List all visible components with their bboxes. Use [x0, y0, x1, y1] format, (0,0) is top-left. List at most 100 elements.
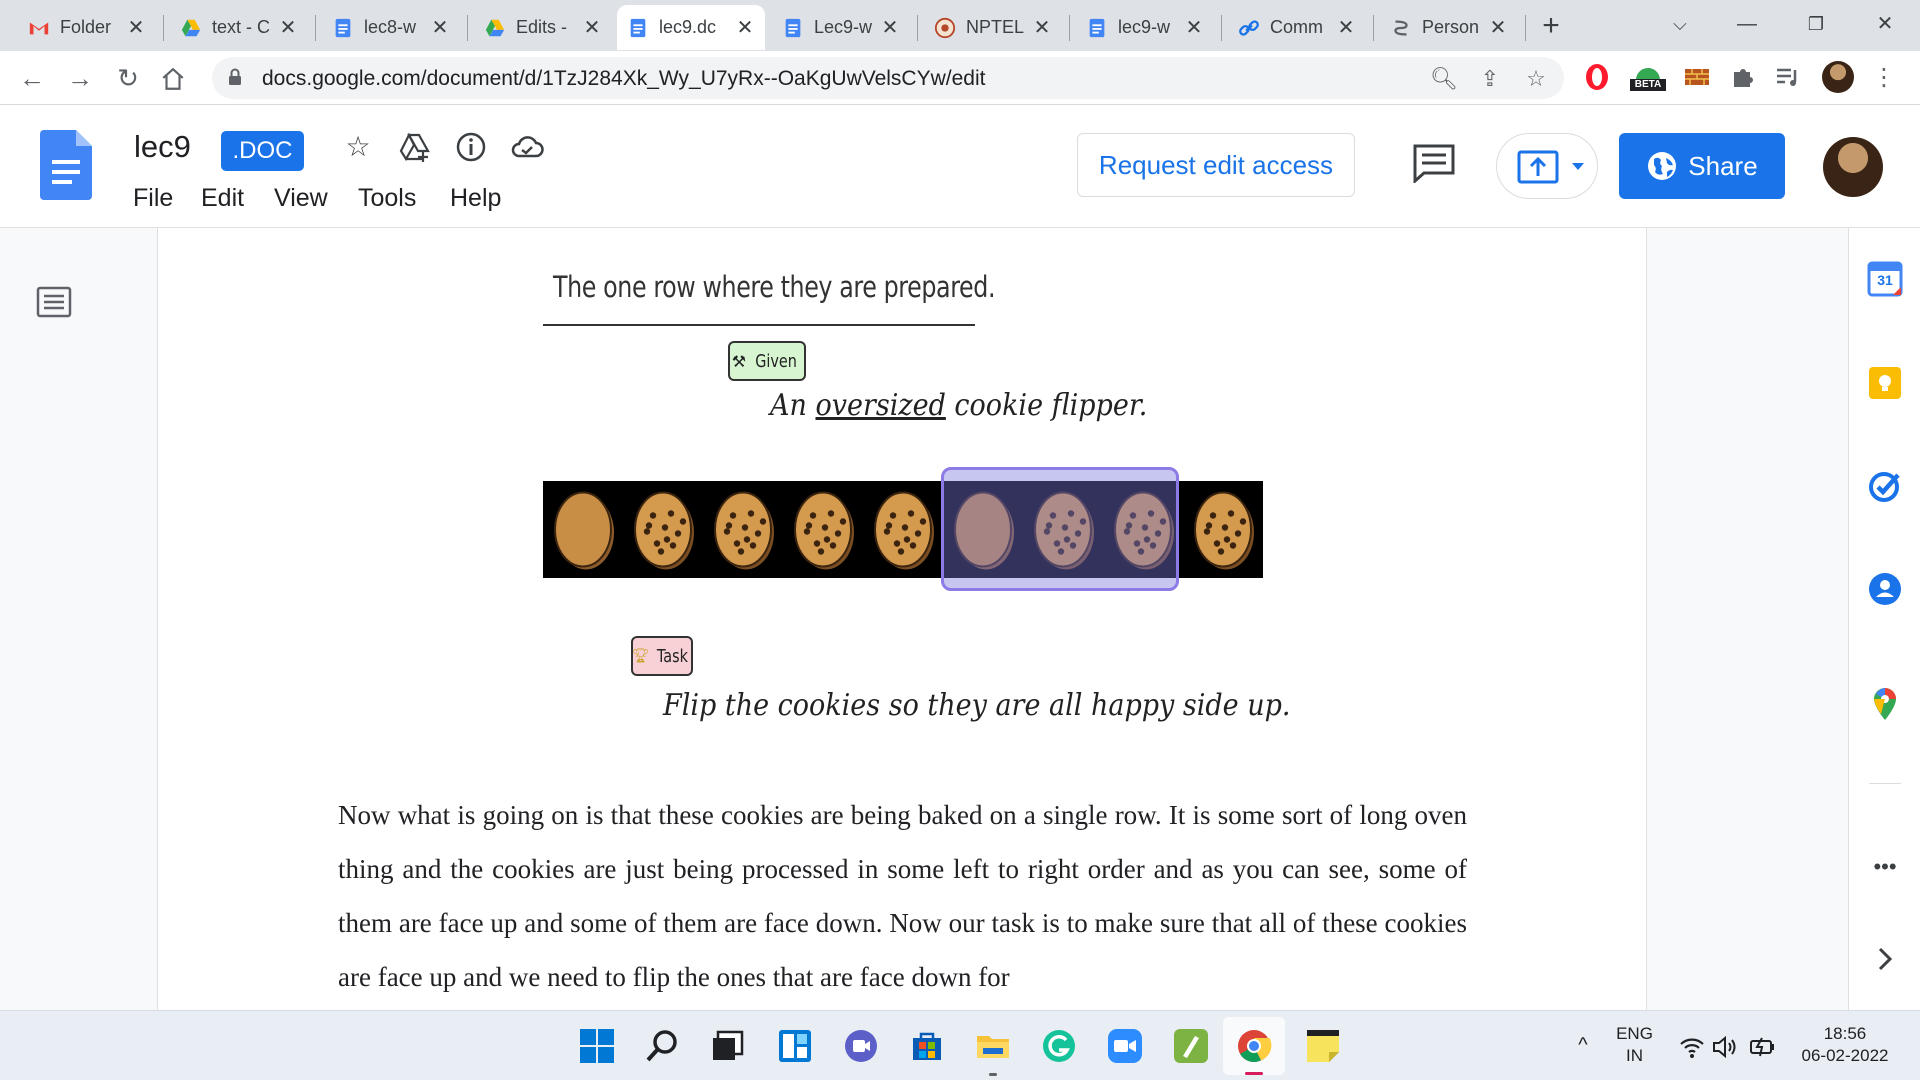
home-icon[interactable]: [160, 66, 186, 92]
document-outline-icon[interactable]: [36, 286, 72, 318]
sticky-notes-icon[interactable]: [1305, 1028, 1341, 1064]
menu-file[interactable]: File: [133, 184, 173, 213]
person-icon: [1394, 19, 1408, 36]
menu-view[interactable]: View: [274, 184, 328, 213]
grammarly-taskbar-icon[interactable]: [1041, 1028, 1077, 1064]
maps-icon[interactable]: [1867, 686, 1903, 722]
chrome-icon[interactable]: [1236, 1028, 1272, 1064]
browser-tab-1[interactable]: text - C ✕: [170, 5, 308, 50]
beta-extension-icon[interactable]: BETA: [1628, 62, 1668, 92]
new-tab-button[interactable]: +: [1535, 8, 1567, 44]
file-explorer-icon[interactable]: [975, 1028, 1011, 1064]
cookie-flipper-highlight: [941, 467, 1179, 591]
close-icon[interactable]: ✕: [880, 15, 900, 40]
profile-avatar[interactable]: [1822, 61, 1854, 93]
menu-edit[interactable]: Edit: [201, 184, 244, 213]
cloud-status-icon[interactable]: [509, 129, 545, 165]
language-indicator[interactable]: ENG IN: [1612, 1023, 1657, 1067]
document-title[interactable]: lec9: [134, 129, 191, 165]
browser-tab-0[interactable]: Folder ✕: [18, 5, 156, 50]
minimize-icon[interactable]: —: [1717, 4, 1777, 44]
wifi-icon[interactable]: [1678, 1033, 1706, 1061]
address-bar[interactable]: docs.google.com/document/d/1TzJ284Xk_Wy_…: [212, 57, 1564, 99]
close-icon[interactable]: ✕: [126, 15, 146, 40]
cookie-face-up: [714, 491, 774, 570]
drive-icon: [181, 19, 201, 36]
given-tag: ⚒ Given: [728, 341, 806, 381]
close-icon[interactable]: ✕: [582, 15, 602, 40]
request-edit-access-button[interactable]: Request edit access: [1077, 133, 1355, 197]
close-window-icon[interactable]: ✕: [1855, 4, 1915, 44]
close-icon[interactable]: ✕: [278, 15, 298, 40]
tray-overflow-chevron-icon[interactable]: ^: [1568, 1034, 1598, 1056]
document-page[interactable]: The one row where they are prepared. ⚒ G…: [157, 228, 1647, 1010]
store-icon[interactable]: [909, 1028, 945, 1064]
notepad-app-icon[interactable]: [1173, 1028, 1209, 1064]
task-view-icon[interactable]: [710, 1028, 746, 1064]
more-apps-icon[interactable]: •••: [1867, 854, 1903, 880]
lock-icon[interactable]: [228, 68, 242, 86]
reload-icon[interactable]: ↻: [110, 60, 146, 96]
volume-icon[interactable]: [1711, 1033, 1739, 1061]
search-icon[interactable]: [645, 1028, 681, 1064]
browser-tab-5[interactable]: Lec9-w ✕: [772, 5, 910, 50]
close-icon[interactable]: ✕: [1032, 15, 1052, 40]
info-icon[interactable]: [453, 129, 489, 165]
browser-tab-6[interactable]: NPTEL ✕: [924, 5, 1062, 50]
tab-search-icon[interactable]: ⌵: [1650, 4, 1710, 44]
star-icon[interactable]: ☆: [340, 129, 376, 165]
share-button[interactable]: Share: [1619, 133, 1785, 199]
teams-chat-icon[interactable]: [843, 1028, 879, 1064]
bookmark-star-icon[interactable]: ☆: [1522, 65, 1550, 93]
close-icon[interactable]: ✕: [735, 15, 755, 40]
widgets-icon[interactable]: [777, 1028, 813, 1064]
comment-history-icon[interactable]: [1412, 143, 1456, 183]
tab-title: lec9-w: [1118, 17, 1171, 37]
link-icon: [1239, 19, 1259, 36]
move-to-drive-icon[interactable]: [397, 129, 433, 165]
browser-tab-3[interactable]: Edits - ✕: [474, 5, 612, 50]
menu-tools[interactable]: Tools: [358, 184, 416, 213]
browser-tab-2[interactable]: lec8-w ✕: [322, 5, 460, 50]
tasks-icon[interactable]: [1867, 468, 1903, 504]
close-icon[interactable]: ✕: [1488, 15, 1508, 40]
browser-tab-9[interactable]: Person ✕: [1380, 5, 1518, 50]
back-icon[interactable]: ←: [14, 60, 50, 96]
share-page-icon[interactable]: ⇪: [1476, 65, 1504, 93]
clock[interactable]: 18:56 06-02-2022: [1790, 1023, 1900, 1067]
docs-header: lec9 .DOC ☆ File Edit View Tools Help Re…: [0, 105, 1920, 228]
close-icon[interactable]: ✕: [1184, 15, 1204, 40]
brick-extension-icon[interactable]: [1682, 62, 1712, 92]
browser-tab-8[interactable]: Comm ✕: [1228, 5, 1366, 50]
forward-icon[interactable]: →: [62, 60, 98, 96]
windows-start-icon[interactable]: [579, 1028, 615, 1064]
chevron-right-icon[interactable]: [1867, 941, 1903, 977]
calendar-day: 31: [1877, 272, 1893, 288]
menu-help[interactable]: Help: [450, 184, 501, 213]
contacts-icon[interactable]: [1867, 571, 1903, 607]
close-icon[interactable]: ✕: [1336, 15, 1356, 40]
file-type-badge: .DOC: [221, 131, 304, 171]
cookie-face-up: [1194, 491, 1254, 570]
url-text[interactable]: docs.google.com/document/d/1TzJ284Xk_Wy_…: [262, 67, 985, 91]
browser-menu-icon[interactable]: ⋮: [1872, 64, 1896, 92]
cookie-face-up: [874, 491, 934, 570]
globe-icon: [1648, 152, 1677, 180]
opera-extension-icon[interactable]: [1582, 62, 1612, 92]
account-avatar[interactable]: [1823, 137, 1883, 197]
browser-tab-4-active[interactable]: lec9.dc ✕: [617, 5, 765, 50]
docs-icon: [785, 18, 801, 37]
zoom-app-icon[interactable]: [1107, 1028, 1143, 1064]
media-control-icon[interactable]: [1773, 62, 1803, 92]
puzzle-extensions-icon[interactable]: [1728, 62, 1758, 92]
calendar-icon[interactable]: 31: [1867, 261, 1903, 297]
present-button[interactable]: [1496, 133, 1598, 199]
zoom-icon[interactable]: 🔍︎: [1430, 65, 1458, 93]
browser-tab-7[interactable]: lec9-w ✕: [1076, 5, 1214, 50]
restore-icon[interactable]: ❐: [1786, 4, 1846, 44]
keep-icon[interactable]: [1867, 365, 1903, 401]
body-paragraph[interactable]: Now what is going on is that these cooki…: [338, 788, 1467, 1004]
docs-logo-icon[interactable]: [40, 130, 92, 200]
battery-icon[interactable]: [1748, 1033, 1776, 1061]
close-icon[interactable]: ✕: [430, 15, 450, 40]
